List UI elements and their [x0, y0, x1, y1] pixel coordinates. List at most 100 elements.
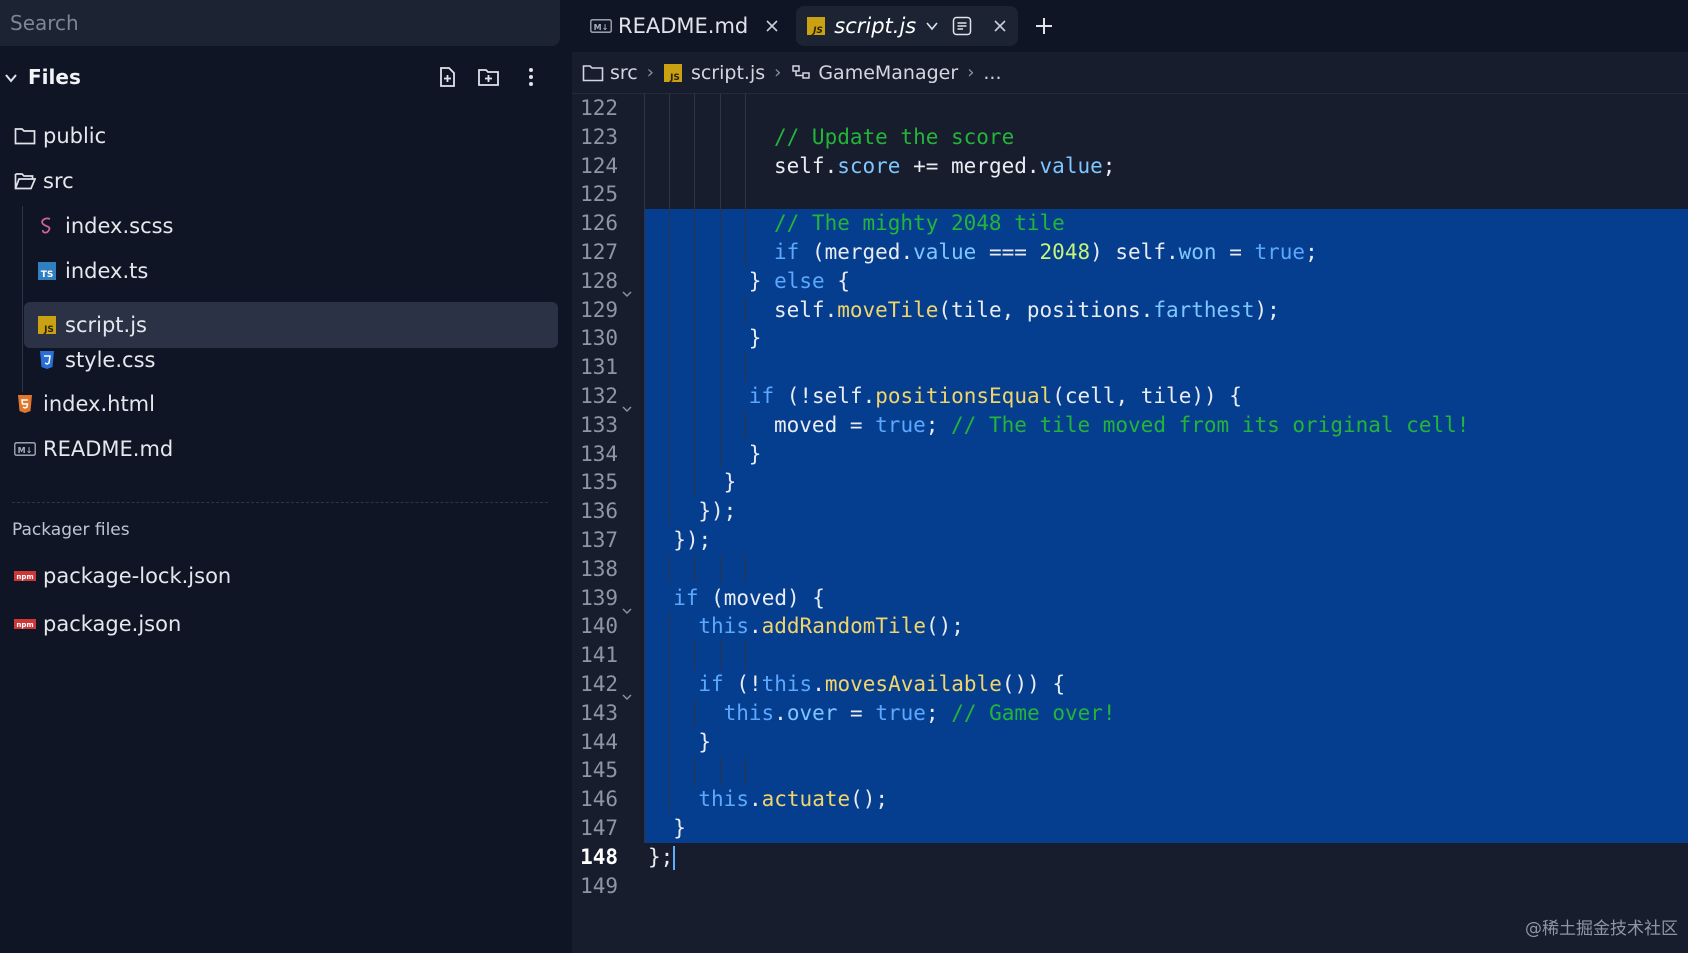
folder-open-icon — [14, 170, 36, 192]
code-text: moved = true; // The tile moved from its… — [774, 411, 1469, 440]
code-line[interactable]: 145 — [572, 756, 1688, 786]
code-line[interactable]: 123 // Update the score — [572, 122, 1688, 152]
new-tab-button[interactable] — [1030, 12, 1058, 40]
selection-highlight — [644, 727, 1688, 757]
code-text: // The mighty 2048 tile — [774, 209, 1065, 238]
selection-highlight — [644, 526, 1688, 555]
code-line[interactable]: 144} — [572, 727, 1688, 757]
code-area[interactable]: 122 123// Update the score 124 self.score +… — [572, 94, 1688, 953]
tree-item-index-html[interactable]: index.html — [14, 381, 554, 427]
code-line[interactable]: 138 — [572, 554, 1688, 584]
code-line[interactable]: 124 self.score += merged.value; — [572, 151, 1688, 181]
tree-item-public[interactable]: public — [14, 113, 554, 159]
code-line[interactable]: 139 if (moved) { — [572, 583, 1688, 614]
indent-guide — [694, 554, 696, 584]
indent-guide — [644, 468, 645, 498]
npm-icon: npm — [14, 565, 36, 587]
fold-chevron-icon[interactable] — [622, 280, 632, 297]
search-input[interactable] — [0, 0, 560, 46]
code-token: // The mighty 2048 tile — [774, 211, 1065, 236]
svg-text:JS: JS — [811, 26, 823, 36]
new-folder-button[interactable] — [476, 64, 502, 90]
code-line[interactable]: 143 this.over = true; // Game over! — [572, 698, 1688, 728]
indent-guide — [669, 151, 671, 181]
code-text: } else { — [749, 267, 850, 296]
line-number: 123 — [580, 124, 618, 149]
code-line[interactable]: 125 — [572, 180, 1688, 210]
new-file-button[interactable] — [434, 64, 460, 90]
code-token: . — [748, 787, 762, 812]
indent-guide — [669, 238, 671, 267]
code-line[interactable]: 137}); — [572, 526, 1688, 555]
code-line[interactable]: 140 this.addRandomTile(); — [572, 612, 1688, 642]
npm-icon: npm — [14, 613, 36, 635]
code-line[interactable]: 134} — [572, 439, 1688, 469]
tree-item-index-ts[interactable]: TS index.ts — [36, 248, 554, 294]
close-icon[interactable] — [992, 18, 1008, 34]
line-number: 129 — [580, 297, 618, 322]
split-view-icon[interactable] — [952, 16, 972, 36]
fold-chevron-icon[interactable] — [622, 597, 632, 614]
code-line[interactable]: 148}; — [572, 843, 1688, 872]
code-line[interactable]: 122 — [572, 94, 1688, 123]
indent-guide — [744, 410, 746, 440]
indent-guide — [644, 756, 645, 786]
code-token: self. — [774, 297, 838, 322]
code-line[interactable]: 149 — [572, 872, 1688, 901]
code-line[interactable]: 129 self.moveTile(tile, positions.farthes… — [572, 295, 1688, 325]
indent-guide — [719, 382, 721, 411]
svg-text:npm: npm — [16, 573, 33, 581]
fold-chevron-icon[interactable] — [622, 683, 632, 700]
code-token: // The tile moved from its original cell… — [951, 412, 1470, 437]
indent-guide — [719, 209, 721, 238]
close-icon[interactable] — [764, 18, 780, 34]
tree-item-src[interactable]: src — [14, 158, 554, 204]
chevron-down-icon[interactable] — [926, 21, 938, 31]
code-line[interactable]: 128} else { — [572, 266, 1688, 297]
indent-guide — [644, 94, 645, 123]
breadcrumb: src › JS script.js › GameManager › ... — [572, 52, 1688, 94]
breadcrumb-script-js[interactable]: JS script.js — [663, 62, 765, 84]
indent-guide — [719, 353, 721, 382]
code-line[interactable]: 127 if (merged.value === 2048) self.won =… — [572, 238, 1688, 267]
code-line[interactable]: 133 moved = true; // The tile moved from … — [572, 410, 1688, 440]
code-line[interactable]: 131 — [572, 353, 1688, 382]
code-line[interactable]: 146 this.actuate(); — [572, 785, 1688, 814]
fold-chevron-icon[interactable] — [622, 395, 632, 412]
code-line[interactable]: 126 // The mighty 2048 tile — [572, 209, 1688, 238]
breadcrumb-gamemanager[interactable]: GameManager — [790, 62, 958, 84]
watermark: @稀土掘金技术社区 — [1525, 919, 1678, 939]
selection-highlight — [644, 439, 1688, 469]
code-line[interactable]: 136}); — [572, 497, 1688, 526]
chevron-down-icon[interactable] — [4, 70, 18, 84]
breadcrumb-src[interactable]: src — [582, 62, 638, 84]
tree-item-package-json[interactable]: npm package.json — [14, 601, 554, 647]
code-token: score — [837, 153, 901, 178]
indent-guide — [644, 209, 645, 238]
tree-item-index-scss[interactable]: index.scss — [36, 203, 554, 249]
tab-readme-md[interactable]: M↓ README.md — [580, 6, 790, 46]
code-line[interactable]: 135} — [572, 468, 1688, 498]
code-line[interactable]: 130} — [572, 324, 1688, 354]
indent-guide — [744, 554, 746, 584]
tree-item-style-css[interactable]: style.css — [36, 337, 554, 383]
indent-guide — [694, 698, 696, 728]
code-line[interactable]: 142 if (!this.movesAvailable()) { — [572, 670, 1688, 700]
indent-guide — [719, 266, 721, 296]
tree-item-readme-md[interactable]: M↓ README.md — [14, 426, 554, 472]
code-token: else — [774, 268, 825, 293]
indent-guide — [719, 122, 721, 152]
code-line[interactable]: 141 — [572, 641, 1688, 670]
indent-guide — [669, 295, 671, 325]
tree-item-package-lock-json[interactable]: npm package-lock.json — [14, 553, 554, 599]
indent-guide — [644, 353, 645, 382]
code-line[interactable]: 147} — [572, 814, 1688, 843]
code-line[interactable]: 132 if (!self.positionsEqual(cell, tile))… — [572, 382, 1688, 412]
indent-guide — [694, 122, 696, 152]
indent-guide — [644, 382, 645, 411]
line-number: 126 — [580, 211, 618, 236]
indent-guide — [744, 209, 746, 238]
breadcrumb-more[interactable]: ... — [983, 62, 1001, 84]
more-options-button[interactable] — [518, 64, 544, 90]
tab-script-js[interactable]: JS script.js — [796, 6, 1019, 46]
